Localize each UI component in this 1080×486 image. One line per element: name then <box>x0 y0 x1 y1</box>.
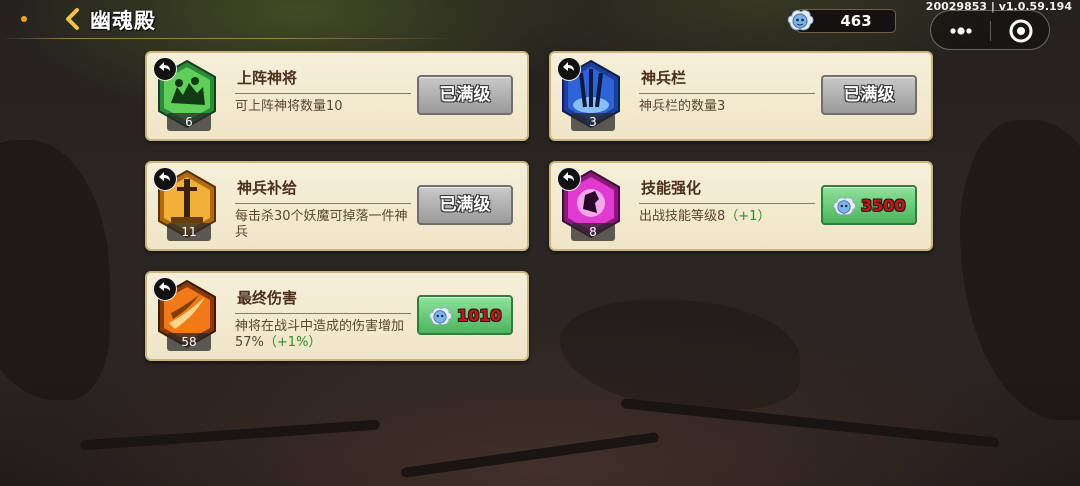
sword-altar-icon: 11 <box>153 167 219 241</box>
upgrade-card-skill-boost: 8 技能强化 出战技能等级8（+1） 3500 <box>549 161 933 251</box>
background-rock <box>960 120 1080 420</box>
card-title: 技能强化 <box>641 179 702 197</box>
upgrade-cost-button[interactable]: 3500 <box>821 185 917 225</box>
card-description: 可上阵神将数量10 <box>235 99 415 115</box>
level-badge: 6 <box>167 113 211 131</box>
background-rock <box>0 140 110 400</box>
card-title: 神兵补给 <box>237 179 298 197</box>
card-description: 神将在战斗中造成的伤害增加57%（+1%） <box>235 319 415 351</box>
top-bar: 幽魂殿 463 20029853 | v1.0.59.194 <box>0 0 1080 50</box>
background-branch <box>80 419 380 451</box>
upgrade-card-weapon-supply: 11 神兵补给 每击杀30个妖魔可掉落一件神兵 已满级 <box>145 161 529 251</box>
background-rock <box>560 300 800 410</box>
close-target-icon[interactable] <box>1007 17 1035 45</box>
upgrade-card-weapon-slots: 3 神兵栏 神兵栏的数量3 已满级 <box>549 51 933 141</box>
undo-badge-icon[interactable] <box>557 167 581 191</box>
upgrade-cost-button[interactable]: 1010 <box>417 295 513 335</box>
upgrade-price: 3500 <box>861 196 906 215</box>
upgrade-price: 1010 <box>457 306 502 325</box>
more-options-icon[interactable] <box>945 19 977 43</box>
card-divider <box>235 203 411 204</box>
card-title: 最终伤害 <box>237 289 298 307</box>
ghost-currency-icon <box>829 191 859 221</box>
page-title: 幽魂殿 <box>90 9 156 33</box>
card-description: 神兵栏的数量3 <box>639 99 819 115</box>
desc-text: 神兵栏的数量3 <box>639 99 726 114</box>
card-divider <box>235 313 411 314</box>
card-divider <box>639 203 815 204</box>
swords-icon: 3 <box>557 57 623 131</box>
back-arrow-icon[interactable] <box>60 6 86 32</box>
bonus-text: （+1） <box>725 209 771 224</box>
level-badge: 3 <box>571 113 615 131</box>
card-divider <box>235 93 411 94</box>
capsule-divider <box>990 21 991 41</box>
undo-badge-icon[interactable] <box>153 57 177 81</box>
undo-badge-icon[interactable] <box>153 277 177 301</box>
level-badge: 11 <box>167 223 211 241</box>
desc-text: 可上阵神将数量10 <box>235 99 343 114</box>
header-divider <box>0 38 460 39</box>
level-badge: 8 <box>571 223 615 241</box>
background-branch <box>400 431 660 479</box>
card-divider <box>639 93 815 94</box>
ghost-currency-icon <box>783 3 817 37</box>
maxed-button[interactable]: 已满级 <box>417 185 513 225</box>
maxed-button[interactable]: 已满级 <box>417 75 513 115</box>
undo-badge-icon[interactable] <box>557 57 581 81</box>
card-description: 出战技能等级8（+1） <box>639 209 819 225</box>
bonus-text: （+1%） <box>263 335 322 350</box>
desc-text: 出战技能等级8 <box>639 209 726 224</box>
status-dot <box>21 16 27 22</box>
card-title: 神兵栏 <box>641 69 687 87</box>
currency-amount: 463 <box>840 12 872 30</box>
upgrade-card-deploy-generals: 6 上阵神将 可上阵神将数量10 已满级 <box>145 51 529 141</box>
fire-slash-icon: 58 <box>153 277 219 351</box>
background-branch <box>620 398 1000 448</box>
ghost-currency-icon <box>425 301 455 331</box>
level-badge: 58 <box>167 333 211 351</box>
mini-program-capsule <box>930 10 1050 50</box>
card-title: 上阵神将 <box>237 69 298 87</box>
card-description: 每击杀30个妖魔可掉落一件神兵 <box>235 209 415 241</box>
maxed-button[interactable]: 已满级 <box>821 75 917 115</box>
upgrade-card-final-damage: 58 最终伤害 神将在战斗中造成的伤害增加57%（+1%） 1010 <box>145 271 529 361</box>
desc-text: 每击杀30个妖魔可掉落一件神兵 <box>235 209 408 240</box>
undo-badge-icon[interactable] <box>153 167 177 191</box>
soul-currency-display: 463 <box>787 9 896 33</box>
warriors-icon: 6 <box>153 57 219 131</box>
skill-fist-icon: 8 <box>557 167 623 241</box>
